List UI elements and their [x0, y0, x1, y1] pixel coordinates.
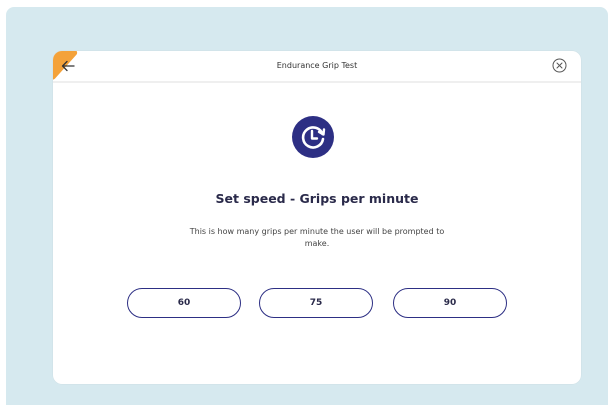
app-screen: Endurance Grip Test Set speed - Grips pe…: [53, 51, 581, 384]
page-heading: Set speed - Grips per minute: [215, 191, 419, 206]
back-button[interactable]: [57, 55, 79, 77]
close-button[interactable]: [552, 58, 567, 73]
speed-option-60[interactable]: 60: [127, 288, 241, 318]
circle-x-icon: [552, 58, 567, 73]
clock-refresh-icon: [292, 116, 334, 158]
description-text: This is how many grips per minute the us…: [189, 227, 445, 248]
speed-option-90[interactable]: 90: [393, 288, 507, 318]
arrow-left-icon: [61, 60, 75, 72]
screen-header: Endurance Grip Test: [53, 51, 581, 83]
frame-background: Endurance Grip Test Set speed - Grips pe…: [6, 7, 608, 405]
screen-title: Endurance Grip Test: [276, 61, 358, 70]
speed-option-75[interactable]: 75: [259, 288, 373, 318]
